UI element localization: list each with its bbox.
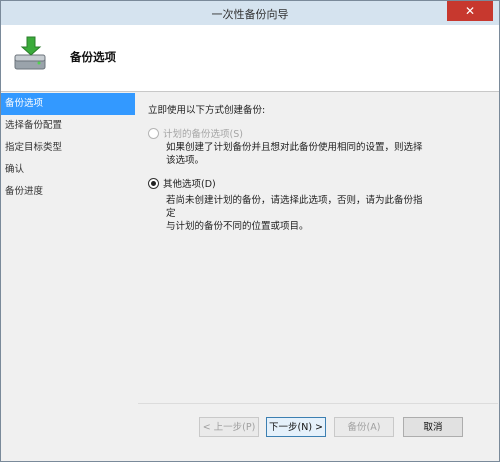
scheduled-desc-line1: 如果创建了计划备份并且想对此备份使用相同的设置，则选择 xyxy=(166,142,423,153)
nav-step-backup-config[interactable]: 选择备份配置 xyxy=(1,115,135,137)
back-button[interactable]: < 上一步(P) xyxy=(199,417,259,437)
other-desc-line2: 与计划的备份不同的位置或项目。 xyxy=(166,221,309,232)
other-options-option[interactable]: 其他选项(D) xyxy=(148,176,216,190)
wizard-window: 一次性备份向导 ✕ 备份选项 备份选项 选择备份配置 指定目标类型 确认 备份进… xyxy=(0,0,500,462)
main-panel: 立即使用以下方式创建备份: 计划的备份选项(S) 如果创建了计划备份并且想对此备… xyxy=(138,92,498,403)
wizard-header: 备份选项 xyxy=(1,25,499,92)
scheduled-desc-line2: 该选项。 xyxy=(166,155,205,166)
close-icon: ✕ xyxy=(464,4,476,18)
other-options-description: 若尚未创建计划的备份，请选择此选项，否则，请为此备份指定 与计划的备份不同的位置… xyxy=(166,194,428,233)
footer-divider xyxy=(138,403,498,404)
next-button[interactable]: 下一步(N) > xyxy=(266,417,326,437)
nav-step-confirm[interactable]: 确认 xyxy=(1,159,135,181)
backup-button[interactable]: 备份(A) xyxy=(334,417,394,437)
scheduled-backup-radio[interactable] xyxy=(148,127,159,139)
nav-step-backup-options[interactable]: 备份选项 xyxy=(1,93,135,115)
scheduled-backup-option[interactable]: 计划的备份选项(S) xyxy=(148,126,243,140)
window-title: 一次性备份向导 xyxy=(211,8,289,21)
scheduled-backup-description: 如果创建了计划备份并且想对此备份使用相同的设置，则选择 该选项。 xyxy=(166,141,428,167)
nav-step-destination-type[interactable]: 指定目标类型 xyxy=(1,137,135,159)
page-title: 备份选项 xyxy=(70,50,116,64)
other-options-label: 其他选项(D) xyxy=(163,179,216,190)
title-bar: 一次性备份向导 ✕ xyxy=(1,1,499,25)
scheduled-backup-label: 计划的备份选项(S) xyxy=(163,129,243,140)
options-prompt: 立即使用以下方式创建备份: xyxy=(148,105,266,116)
cancel-button[interactable]: 取消 xyxy=(403,417,463,437)
close-button[interactable]: ✕ xyxy=(447,1,493,21)
backup-drive-icon xyxy=(14,36,46,70)
nav-step-progress[interactable]: 备份进度 xyxy=(1,181,135,203)
other-options-radio[interactable] xyxy=(148,177,159,189)
wizard-steps-nav: 备份选项 选择备份配置 指定目标类型 确认 备份进度 xyxy=(1,93,135,203)
other-desc-line1: 若尚未创建计划的备份，请选择此选项，否则，请为此备份指定 xyxy=(166,195,423,219)
